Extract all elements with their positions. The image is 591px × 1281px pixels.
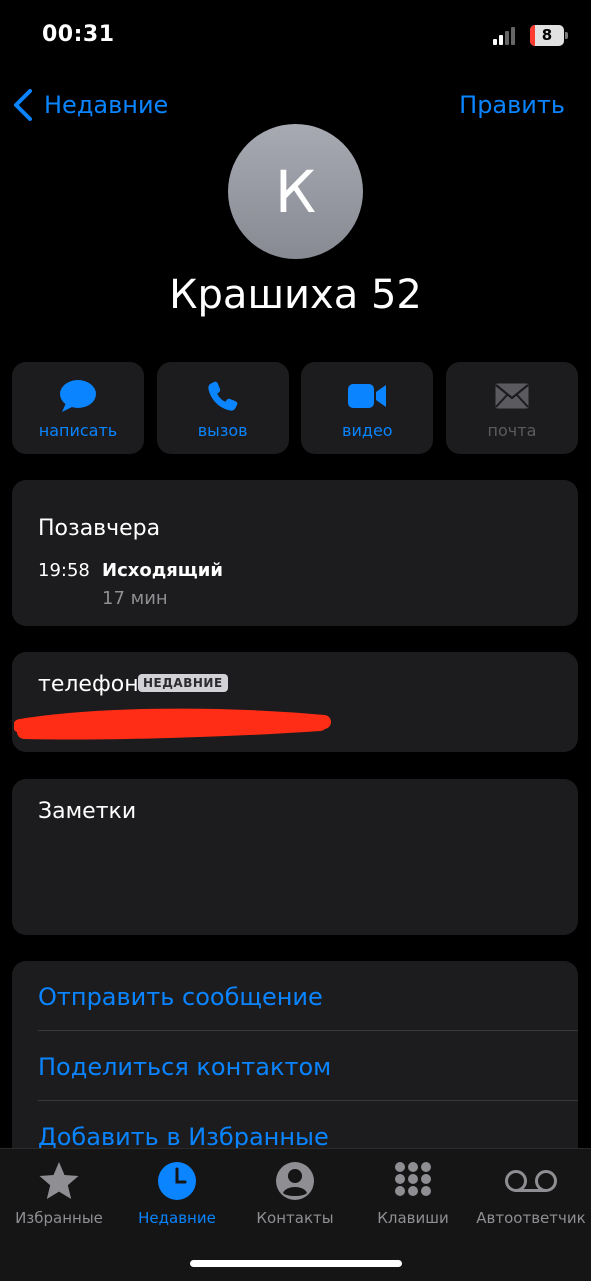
- avatar-initial: К: [274, 157, 317, 226]
- status-time: 00:31: [42, 22, 115, 47]
- mail-button[interactable]: почта: [445, 362, 578, 454]
- tab-contacts-label: Контакты: [256, 1209, 334, 1227]
- video-button-label: видео: [342, 420, 393, 440]
- back-button[interactable]: Недавние: [12, 86, 168, 124]
- envelope-icon: [494, 377, 530, 415]
- tab-keypad[interactable]: Клавиши: [354, 1149, 472, 1239]
- signal-strength-icon: [493, 27, 521, 45]
- recent-call-day: Позавчера: [38, 516, 161, 541]
- message-bubble-icon: [59, 377, 97, 415]
- notes-card[interactable]: Заметки: [12, 779, 578, 935]
- clock-icon: [157, 1159, 197, 1203]
- avatar: К: [228, 124, 363, 259]
- redaction-scribble: .: [14, 706, 331, 740]
- call-button[interactable]: вызов: [156, 362, 289, 454]
- tab-favorites-label: Избранные: [15, 1209, 103, 1227]
- chevron-left-icon: [14, 89, 32, 121]
- tab-recents[interactable]: Недавние: [118, 1149, 236, 1239]
- status-bar: 00:31 8: [0, 0, 591, 70]
- tab-contacts[interactable]: Контакты: [236, 1149, 354, 1239]
- mail-button-label: почта: [487, 420, 537, 440]
- tab-favorites[interactable]: Избранные: [0, 1149, 118, 1239]
- recent-calls-card: Позавчера 19:58 Исходящий 17 мин: [12, 480, 578, 626]
- star-icon: [38, 1159, 80, 1203]
- message-button-label: написать: [38, 420, 118, 440]
- person-circle-icon: [275, 1159, 315, 1203]
- phone-icon: [207, 377, 239, 415]
- contact-actions: написать вызов видео почта: [12, 362, 578, 454]
- home-indicator[interactable]: [190, 1260, 402, 1267]
- battery-icon: 8: [530, 25, 568, 46]
- phone-label: телефон: [38, 672, 139, 697]
- send-message-link[interactable]: Отправить сообщение: [38, 983, 323, 1011]
- recent-call-duration: 17 мин: [102, 588, 168, 609]
- call-button-label: вызов: [197, 420, 248, 440]
- divider: [38, 1030, 578, 1031]
- tab-voicemail[interactable]: Автоответчик: [472, 1149, 590, 1239]
- tab-keypad-label: Клавиши: [377, 1209, 449, 1227]
- share-contact-link[interactable]: Поделиться контактом: [38, 1053, 331, 1081]
- video-button[interactable]: видео: [301, 362, 434, 454]
- contact-name: Крашиха 52: [169, 272, 422, 318]
- recent-badge: НЕДАВНИЕ: [138, 674, 228, 692]
- edit-button[interactable]: Править: [459, 86, 565, 124]
- recent-call-type: Исходящий: [102, 560, 223, 581]
- tab-recents-label: Недавние: [138, 1209, 216, 1227]
- phone-card[interactable]: телефон НЕДАВНИЕ .: [12, 652, 578, 752]
- add-to-favorites-link[interactable]: Добавить в Избранные: [38, 1123, 329, 1151]
- keypad-icon: [393, 1159, 433, 1203]
- voicemail-icon: [504, 1159, 558, 1203]
- message-button[interactable]: написать: [12, 362, 144, 454]
- video-camera-icon: [347, 377, 387, 415]
- recent-call-time: 19:58: [38, 560, 90, 581]
- back-button-label: Недавние: [44, 91, 169, 119]
- divider: [38, 1100, 578, 1101]
- notes-label: Заметки: [38, 799, 137, 824]
- tab-voicemail-label: Автоответчик: [476, 1209, 586, 1227]
